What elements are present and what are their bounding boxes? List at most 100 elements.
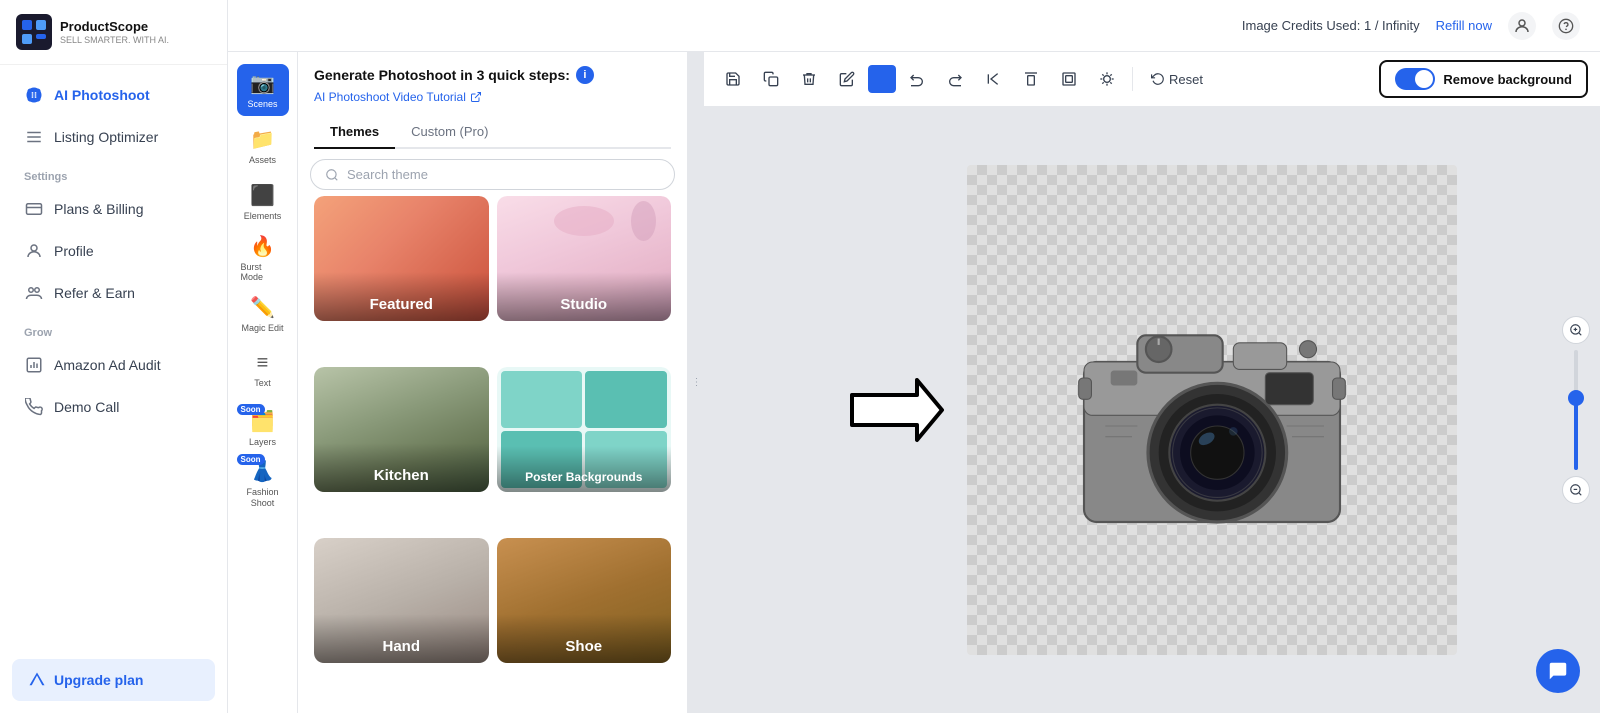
sidebar-item-profile[interactable]: Profile: [8, 231, 219, 271]
audit-icon: [24, 355, 44, 375]
chat-bubble-btn[interactable]: [1536, 649, 1580, 693]
theme-card-shoe[interactable]: Shoe: [497, 538, 672, 663]
logo-icon: [16, 14, 52, 50]
tabs-row: Themes Custom (Pro): [314, 116, 671, 149]
canvas-delete-btn[interactable]: [792, 62, 826, 96]
toolbar-btn-magic-edit[interactable]: ✏️ Magic Edit: [237, 288, 289, 340]
steps-title-text: Generate Photoshoot in 3 quick steps:: [314, 67, 570, 83]
sidebar-footer: Upgrade plan: [0, 647, 227, 713]
logo-area: ProductScope SELL SMARTER. WITH AI.: [0, 0, 227, 65]
sidebar-item-plans-billing[interactable]: Plans & Billing: [8, 189, 219, 229]
app-name: ProductScope: [60, 19, 169, 35]
sidebar-item-amazon-ad-audit[interactable]: Amazon Ad Audit: [8, 345, 219, 385]
sidebar-item-refer-earn[interactable]: Refer & Earn: [8, 273, 219, 313]
search-box: [310, 159, 675, 190]
canvas-copy-btn[interactable]: [754, 62, 788, 96]
sidebar-item-demo-call[interactable]: Demo Call: [8, 387, 219, 427]
sidebar-item-ai-photoshoot[interactable]: AI Photoshoot: [8, 75, 219, 115]
sidebar-item-listing-optimizer[interactable]: Listing Optimizer: [8, 117, 219, 157]
toolbar-btn-elements[interactable]: ⬛ Elements: [237, 176, 289, 228]
canvas-reset-btn[interactable]: Reset: [1141, 66, 1213, 93]
user-icon[interactable]: [1508, 12, 1536, 40]
icon-toolbar: 📷 Scenes 📁 Assets ⬛ Elements 🔥 Burst Mod…: [228, 52, 298, 713]
upgrade-plan-button[interactable]: Upgrade plan: [12, 659, 215, 701]
info-icon[interactable]: i: [576, 66, 594, 84]
grow-section-label: Grow: [0, 315, 227, 343]
amazon-ad-audit-label: Amazon Ad Audit: [54, 357, 161, 373]
left-panel: 📷 Scenes 📁 Assets ⬛ Elements 🔥 Burst Mod…: [228, 52, 688, 713]
profile-label: Profile: [54, 243, 94, 259]
canvas-effects-btn[interactable]: [1090, 62, 1124, 96]
zoom-controls: [1562, 316, 1590, 504]
billing-icon: [24, 199, 44, 219]
theme-card-hand[interactable]: Hand: [314, 538, 489, 663]
theme-card-kitchen[interactable]: Kitchen: [314, 367, 489, 492]
toolbar-divider: [1132, 67, 1133, 91]
canvas-viewport: [704, 107, 1600, 713]
right-arrow-icon: [847, 375, 947, 445]
toolbar-btn-assets[interactable]: 📁 Assets: [237, 120, 289, 172]
tab-themes[interactable]: Themes: [314, 116, 395, 149]
zoom-in-btn[interactable]: [1562, 316, 1590, 344]
remove-background-btn[interactable]: Remove background: [1379, 60, 1588, 98]
help-icon[interactable]: [1552, 12, 1580, 40]
theme-card-poster[interactable]: Poster Backgrounds: [497, 367, 672, 492]
ai-photoshoot-label: AI Photoshoot: [54, 87, 150, 103]
theme-poster-label: Poster Backgrounds: [497, 446, 672, 492]
canvas-align-top-btn[interactable]: [1014, 62, 1048, 96]
canvas-board[interactable]: [967, 165, 1457, 655]
theme-card-featured[interactable]: Featured: [314, 196, 489, 321]
themes-panel: Generate Photoshoot in 3 quick steps: i …: [298, 52, 687, 713]
main-content: Image Credits Used: 1 / Infinity Refill …: [228, 0, 1600, 713]
theme-kitchen-label: Kitchen: [314, 443, 489, 492]
arrow-container: [847, 375, 947, 445]
refill-link[interactable]: Refill now: [1436, 18, 1492, 33]
sidebar: ProductScope SELL SMARTER. WITH AI. AI P…: [0, 0, 228, 713]
theme-featured-label: Featured: [314, 272, 489, 321]
credits-text: Image Credits Used: 1 / Infinity: [1242, 18, 1420, 33]
demo-call-label: Demo Call: [54, 399, 119, 415]
canvas-undo-btn[interactable]: [900, 62, 934, 96]
settings-section-label: Settings: [0, 159, 227, 187]
resize-handle[interactable]: ⋮: [688, 52, 704, 713]
canvas-save-btn[interactable]: [716, 62, 750, 96]
content-row: 📷 Scenes 📁 Assets ⬛ Elements 🔥 Burst Mod…: [228, 52, 1600, 713]
theme-shoe-label: Shoe: [497, 614, 672, 663]
canvas-frame-btn[interactable]: [1052, 62, 1086, 96]
photoshoot-icon: [24, 85, 44, 105]
phone-icon: [24, 397, 44, 417]
canvas-redo-btn[interactable]: [938, 62, 972, 96]
canvas-product-image: [1052, 270, 1372, 550]
listing-icon: [24, 127, 44, 147]
zoom-slider[interactable]: [1574, 350, 1578, 470]
theme-card-studio[interactable]: Studio: [497, 196, 672, 321]
search-input[interactable]: [347, 167, 660, 182]
toolbar-btn-burst-mode[interactable]: 🔥 Burst Mode: [237, 232, 289, 284]
themes-header: Generate Photoshoot in 3 quick steps: i …: [298, 52, 687, 149]
profile-icon: [24, 241, 44, 261]
refer-earn-label: Refer & Earn: [54, 285, 135, 301]
toolbar-btn-layers[interactable]: Soon 🗂️ Layers: [237, 400, 289, 452]
canvas-area: Reset Remove background: [704, 52, 1600, 713]
topbar: Image Credits Used: 1 / Infinity Refill …: [228, 0, 1600, 52]
app-tagline: SELL SMARTER. WITH AI.: [60, 35, 169, 45]
sidebar-navigation: AI Photoshoot Listing Optimizer Settings…: [0, 65, 227, 647]
listing-optimizer-label: Listing Optimizer: [54, 129, 158, 145]
search-icon: [325, 168, 339, 182]
toolbar-btn-text[interactable]: ≡ Text: [237, 344, 289, 396]
theme-studio-label: Studio: [497, 272, 672, 321]
canvas-edit-btn[interactable]: [830, 62, 864, 96]
themes-grid: Featured Studio Kitchen: [298, 196, 687, 713]
tutorial-link[interactable]: AI Photoshoot Video Tutorial: [314, 90, 671, 104]
toolbar-btn-scenes[interactable]: 📷 Scenes: [237, 64, 289, 116]
canvas-color-btn[interactable]: [868, 65, 896, 93]
zoom-out-btn[interactable]: [1562, 476, 1590, 504]
canvas-toolbar: Reset Remove background: [704, 52, 1600, 107]
plans-billing-label: Plans & Billing: [54, 201, 144, 217]
tab-custom-pro[interactable]: Custom (Pro): [395, 116, 504, 149]
theme-hand-label: Hand: [314, 614, 489, 663]
remove-bg-toggle[interactable]: [1395, 68, 1435, 90]
toolbar-btn-fashion-shoot[interactable]: Soon 👗 Fashion Shoot: [237, 456, 289, 508]
canvas-prev-btn[interactable]: [976, 62, 1010, 96]
refer-icon: [24, 283, 44, 303]
